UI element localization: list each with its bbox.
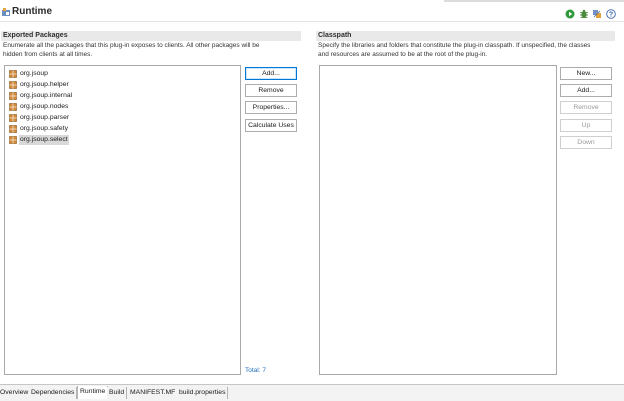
tab-manifest[interactable]: MANIFEST.MF <box>128 387 179 399</box>
description-line: hidden from clients at all times. <box>3 50 93 58</box>
runtime-plugin-icon <box>2 8 10 16</box>
package-label: org.jsoup.internal <box>20 92 73 99</box>
calculate-uses-button[interactable]: Calculate Uses <box>245 119 297 132</box>
export-wizard-icon[interactable] <box>592 9 602 19</box>
debug-icon[interactable] <box>579 9 589 19</box>
svg-text:?: ? <box>609 12 613 19</box>
classpath-heading: Classpath <box>316 31 615 41</box>
package-label: org.jsoup.helper <box>20 81 69 88</box>
down-button[interactable]: Down <box>560 136 612 149</box>
package-label: org.jsoup <box>20 70 48 77</box>
package-icon <box>9 92 17 100</box>
add-package-button[interactable]: Add... <box>245 67 297 80</box>
remove-package-button[interactable]: Remove <box>245 84 297 97</box>
new-classpath-button[interactable]: New... <box>560 67 612 80</box>
description-line: Enumerate all the packages that this plu… <box>3 42 260 49</box>
classpath-description: Specify the libraries and folders that c… <box>318 42 618 59</box>
package-label: org.jsoup.parser <box>20 114 70 121</box>
exported-packages-heading: Exported Packages <box>1 31 301 41</box>
package-icon <box>9 103 17 111</box>
header-tab-strip <box>444 0 624 2</box>
exported-packages-description: Enumerate all the packages that this plu… <box>3 42 301 59</box>
tab-build[interactable]: Build <box>107 387 128 399</box>
remove-classpath-button[interactable]: Remove <box>560 101 612 114</box>
properties-button[interactable]: Properties... <box>245 101 297 114</box>
package-icon <box>9 81 17 89</box>
tab-dependencies[interactable]: Dependencies <box>29 387 78 399</box>
tab-overview[interactable]: Overview <box>0 387 32 399</box>
package-label: org.jsoup.safety <box>20 125 68 132</box>
total-count-link[interactable]: Total: 7 <box>245 367 266 374</box>
run-icon[interactable] <box>565 9 575 19</box>
package-icon <box>9 114 17 122</box>
editor-tab-bar: Overview Dependencies Runtime Build MANI… <box>0 384 624 401</box>
package-label: org.jsoup.select <box>19 135 69 145</box>
tab-runtime[interactable]: Runtime <box>77 386 109 399</box>
package-icon <box>9 125 17 133</box>
up-button[interactable]: Up <box>560 119 612 132</box>
package-icon <box>9 136 17 144</box>
classpath-list[interactable] <box>319 65 557 375</box>
exported-packages-list[interactable]: org.jsoup org.jsoup.helper org.jsoup.int… <box>4 65 241 375</box>
package-label: org.jsoup.nodes <box>20 103 69 110</box>
package-icon <box>9 70 17 78</box>
form-header: Runtime ? <box>0 0 624 22</box>
add-classpath-button[interactable]: Add... <box>560 84 612 97</box>
page-title: Runtime <box>12 6 52 17</box>
description-line: and resources are assumed to be at the r… <box>318 50 488 58</box>
tab-build-properties[interactable]: build.properties <box>177 387 229 399</box>
help-icon[interactable]: ? <box>606 9 616 19</box>
description-line: Specify the libraries and folders that c… <box>318 42 591 49</box>
